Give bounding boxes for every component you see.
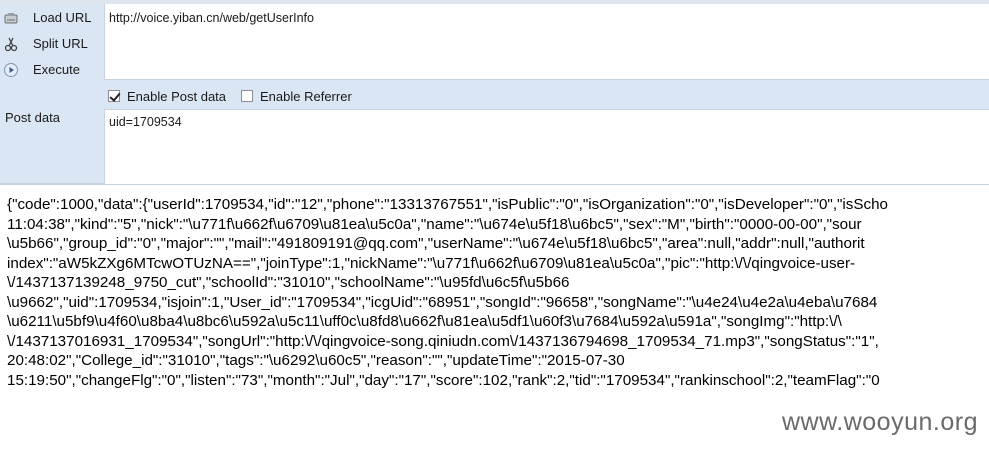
enable-post-data-checkbox[interactable] bbox=[108, 90, 120, 102]
post-data-value: uid=1709534 bbox=[109, 115, 182, 129]
response-line: \u9662","uid":1709534,"isjoin":1,"User_i… bbox=[7, 293, 878, 311]
execute-icon bbox=[3, 62, 19, 78]
enable-referrer-label: Enable Referrer bbox=[260, 88, 352, 104]
post-data-input[interactable]: uid=1709534 bbox=[104, 109, 989, 184]
enable-referrer-toggle[interactable]: Enable Referrer bbox=[241, 86, 352, 106]
url-input[interactable]: http://voice.yiban.cn/web/getUserInfo bbox=[104, 4, 989, 80]
watermark: www.wooyun.org bbox=[782, 408, 978, 436]
split-url-icon bbox=[3, 36, 19, 52]
load-url-label: Load URL bbox=[33, 10, 92, 25]
enable-post-data-label: Enable Post data bbox=[127, 88, 227, 104]
response-line: 20:48:02","College_id":"31010","tags":"\… bbox=[7, 352, 625, 369]
split-url-label: Split URL bbox=[33, 36, 88, 51]
response-line: \u6211\u5bf9\u4f60\u8ba4\u8bc6\u592a\u5c… bbox=[7, 313, 842, 330]
response-line: 15:19:50","changeFlg":"0","listen":"73",… bbox=[7, 371, 880, 389]
response-line: index":"aW5kZXg6MTcwOTUzNA==","joinType"… bbox=[7, 254, 856, 272]
response-body: {"code":1000,"data":{"userId":1709534,"i… bbox=[7, 195, 989, 390]
enable-post-data-toggle[interactable]: Enable Post data bbox=[108, 86, 226, 106]
execute-button[interactable]: Execute bbox=[0, 58, 103, 82]
execute-label: Execute bbox=[33, 62, 80, 77]
load-url-icon bbox=[3, 10, 19, 26]
response-line: {"code":1000,"data":{"userId":1709534,"i… bbox=[7, 196, 889, 213]
load-url-button[interactable]: Load URL bbox=[0, 6, 103, 30]
enable-referrer-checkbox[interactable] bbox=[241, 90, 253, 102]
url-value: http://voice.yiban.cn/web/getUserInfo bbox=[109, 11, 314, 25]
split-url-button[interactable]: Split URL bbox=[0, 32, 103, 56]
response-line: \/1437137139248_9750_cut","schoolId":"31… bbox=[7, 274, 570, 291]
response-line: 11:04:38","kind":"5","nick":"\u771f\u662… bbox=[7, 215, 862, 233]
response-line: \u5b66","group_id":"0","major":"","mail"… bbox=[7, 235, 865, 252]
response-line: \/1437137016931_1709534","songUrl":"http… bbox=[7, 332, 879, 350]
post-data-label: Post data bbox=[5, 110, 60, 125]
